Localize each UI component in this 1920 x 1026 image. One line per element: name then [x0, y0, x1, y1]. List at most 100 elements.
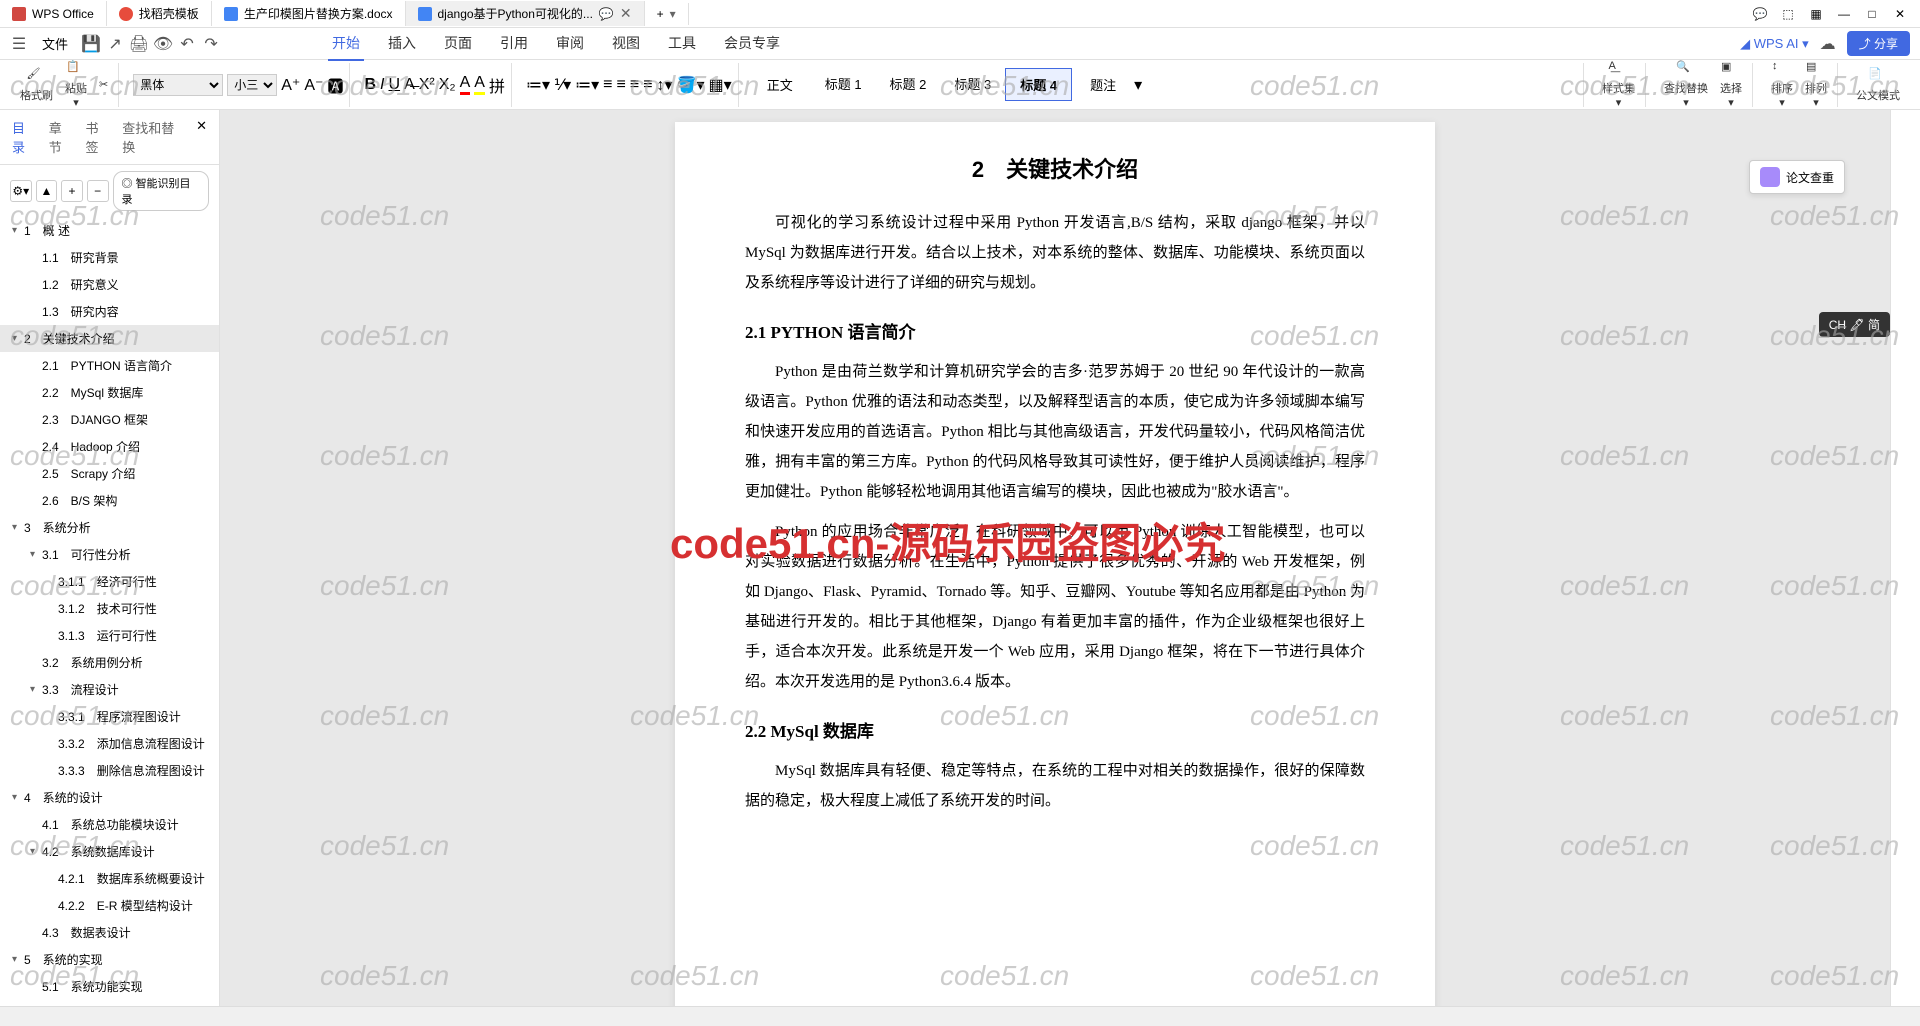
- menu-tab-工具[interactable]: 工具: [664, 27, 700, 61]
- menu-tab-引用[interactable]: 引用: [496, 27, 532, 61]
- sidebar-tab[interactable]: 查找和替换: [122, 118, 184, 156]
- menu-tab-视图[interactable]: 视图: [608, 27, 644, 61]
- toc-item[interactable]: 1.2 研究意义: [0, 271, 219, 298]
- phonetic-button[interactable]: 拼: [489, 73, 505, 97]
- italic-button[interactable]: I: [380, 76, 384, 94]
- menu-tab-插入[interactable]: 插入: [384, 27, 420, 61]
- toc-settings-icon[interactable]: ⚙▾: [10, 180, 32, 202]
- toc-expand-icon[interactable]: ▾: [12, 954, 24, 965]
- align-center-button[interactable]: ≡: [617, 76, 626, 94]
- sidebar-tab[interactable]: 目录: [12, 118, 37, 156]
- toc-item[interactable]: ▾4.2 系统数据库设计: [0, 838, 219, 865]
- toc-item[interactable]: 4.2.2 E-R 模型结构设计: [0, 892, 219, 919]
- close-button[interactable]: ✕: [1888, 4, 1912, 24]
- find-replace-button[interactable]: 🔍查找替换▾: [1660, 58, 1712, 111]
- toc-expand-icon[interactable]: ▾: [30, 549, 42, 560]
- line-spacing-button[interactable]: ↕▾: [657, 75, 673, 95]
- sidebar-close-icon[interactable]: ✕: [196, 118, 207, 156]
- toc-item[interactable]: ▾5 系统的实现: [0, 946, 219, 973]
- smart-toc-button[interactable]: ◎ 智能识别目录: [113, 171, 210, 211]
- heading-style-2[interactable]: 标题 2: [876, 68, 941, 101]
- cloud-icon[interactable]: ☁: [1819, 35, 1837, 53]
- number-list-button[interactable]: ⅟▾: [554, 75, 571, 95]
- document-tab[interactable]: django基于Python可视化的...💬✕: [406, 1, 645, 26]
- toc-expand-icon[interactable]: ▾: [12, 333, 24, 344]
- fill-color-button[interactable]: 🪣▾: [677, 75, 705, 95]
- superscript-button[interactable]: X²: [419, 76, 435, 94]
- toc-item[interactable]: ▾2 关键技术介绍: [0, 325, 219, 352]
- font-color-button[interactable]: A: [460, 74, 471, 95]
- paper-check-button[interactable]: 论文查重: [1749, 160, 1845, 194]
- subscript-button[interactable]: X₂: [439, 76, 456, 94]
- toc-item[interactable]: 2.5 Scrapy 介绍: [0, 460, 219, 487]
- toc-item[interactable]: 3.2 系统用例分析: [0, 649, 219, 676]
- underline-button[interactable]: U: [389, 76, 401, 94]
- style-dropdown-icon[interactable]: ▾: [1134, 75, 1142, 95]
- toc-item[interactable]: ▾4 系统的设计: [0, 784, 219, 811]
- menu-tab-开始[interactable]: 开始: [328, 27, 364, 61]
- toc-item[interactable]: 2.1 PYTHON 语言简介: [0, 352, 219, 379]
- align-justify-button[interactable]: ≡: [643, 76, 652, 94]
- toc-item[interactable]: 4.3 数据表设计: [0, 919, 219, 946]
- toc-item[interactable]: 3.3.1 程序流程图设计: [0, 703, 219, 730]
- menu-tab-审阅[interactable]: 审阅: [552, 27, 588, 61]
- sort-button[interactable]: ↕排序▾: [1767, 58, 1797, 111]
- decrease-font-icon[interactable]: A⁻: [304, 75, 323, 95]
- toc-item[interactable]: 5.1 系统功能实现: [0, 973, 219, 1000]
- toc-remove-button[interactable]: −: [87, 180, 109, 202]
- chat-icon[interactable]: 💬: [1748, 4, 1772, 24]
- maximize-button[interactable]: □: [1860, 4, 1884, 24]
- strikethrough-button[interactable]: A̶: [404, 76, 415, 94]
- toc-item[interactable]: 2.2 MySql 数据库: [0, 379, 219, 406]
- heading-style-3[interactable]: 标题 3: [940, 68, 1005, 101]
- toc-item[interactable]: 3.3.3 删除信息流程图设计: [0, 757, 219, 784]
- toc-expand-icon[interactable]: ▾: [30, 846, 42, 857]
- toc-expand-icon[interactable]: ▾: [30, 684, 42, 695]
- toc-item[interactable]: ▾3.1 可行性分析: [0, 541, 219, 568]
- select-button[interactable]: ▣选择▾: [1716, 58, 1746, 111]
- cut-button[interactable]: ✂: [95, 76, 112, 93]
- print-icon[interactable]: 🖨: [130, 35, 148, 53]
- menu-tab-页面[interactable]: 页面: [440, 27, 476, 61]
- minimize-button[interactable]: —: [1832, 4, 1856, 24]
- undo-icon[interactable]: ↶: [178, 35, 196, 53]
- arrange-button[interactable]: ▤排列▾: [1801, 58, 1831, 111]
- toc-expand-icon[interactable]: ▾: [12, 225, 24, 236]
- toc-item[interactable]: ▾3.3 流程设计: [0, 676, 219, 703]
- toc-item[interactable]: 4.2.1 数据库系统概要设计: [0, 865, 219, 892]
- new-tab-button[interactable]: +▾: [645, 3, 689, 25]
- toc-item[interactable]: 3.1.2 技术可行性: [0, 595, 219, 622]
- grid-icon[interactable]: ▦: [1804, 4, 1828, 24]
- save-icon[interactable]: 💾: [82, 35, 100, 53]
- border-button[interactable]: ▦▾: [709, 75, 732, 95]
- font-family-select[interactable]: 黑体: [133, 74, 223, 96]
- preview-icon[interactable]: 👁: [154, 35, 172, 53]
- toc-item[interactable]: 2.4 Hadoop 介绍: [0, 433, 219, 460]
- toc-item[interactable]: ▾3 系统分析: [0, 514, 219, 541]
- tab-close-icon[interactable]: ✕: [620, 5, 632, 22]
- highlight-button[interactable]: A: [474, 74, 485, 95]
- toc-item[interactable]: 2.3 DJANGO 框架: [0, 406, 219, 433]
- heading-style-4[interactable]: 标题 4: [1005, 68, 1072, 101]
- toc-item[interactable]: 1.1 研究背景: [0, 244, 219, 271]
- toc-item[interactable]: ▾5.2 后台模块实现: [0, 1000, 219, 1006]
- format-painter-button[interactable]: 🖌格式刷: [16, 65, 57, 105]
- file-menu[interactable]: 文件: [34, 30, 76, 57]
- sidebar-tab[interactable]: 章节: [49, 118, 74, 156]
- sidebar-tab[interactable]: 书签: [86, 118, 111, 156]
- share-button[interactable]: ⤴ 分享: [1847, 31, 1910, 56]
- font-size-select[interactable]: 小三: [227, 74, 277, 96]
- document-tab[interactable]: 生产印模图片替换方案.docx: [212, 1, 406, 26]
- multilevel-list-button[interactable]: ≔▾: [575, 75, 599, 95]
- bold-button[interactable]: B: [364, 76, 376, 94]
- align-left-button[interactable]: ≡: [603, 76, 612, 94]
- remark-style[interactable]: 题注: [1076, 69, 1130, 100]
- toc-item[interactable]: 2.6 B/S 架构: [0, 487, 219, 514]
- toc-item[interactable]: 4.1 系统总功能模块设计: [0, 811, 219, 838]
- toc-up-button[interactable]: ▲: [36, 180, 58, 202]
- menu-tab-会员专享[interactable]: 会员专享: [720, 27, 784, 61]
- export-icon[interactable]: ↗: [106, 35, 124, 53]
- toc-add-button[interactable]: +: [61, 180, 83, 202]
- hamburger-icon[interactable]: ☰: [10, 35, 28, 53]
- toc-expand-icon[interactable]: ▾: [12, 792, 24, 803]
